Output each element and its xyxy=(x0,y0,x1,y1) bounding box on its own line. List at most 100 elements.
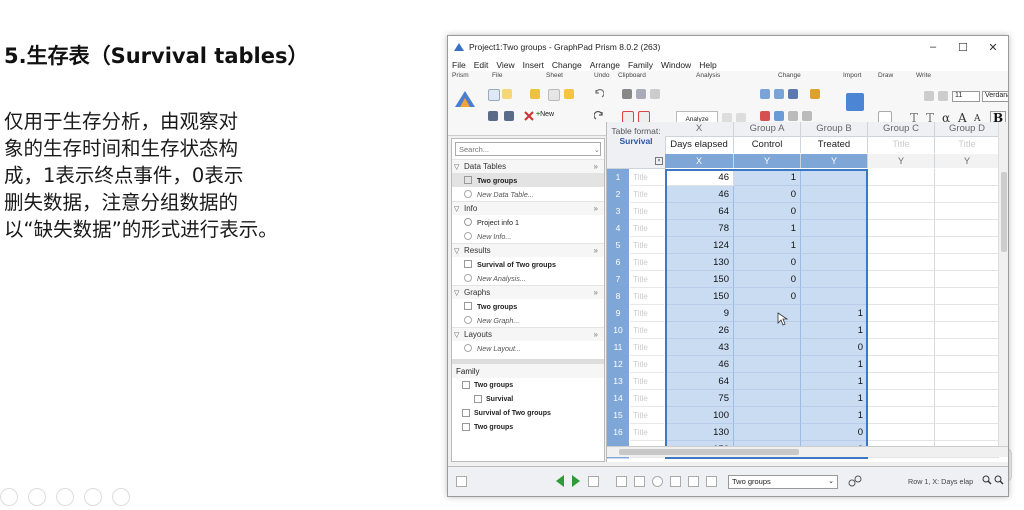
sheet-edit-icon[interactable] xyxy=(530,89,540,99)
table-cell[interactable] xyxy=(734,373,801,390)
table-cell[interactable] xyxy=(935,390,999,407)
change-table-icon[interactable] xyxy=(760,89,770,99)
group-name-d[interactable]: Title xyxy=(935,137,1000,153)
table-cell[interactable] xyxy=(801,288,868,305)
previous-sheet-icon[interactable] xyxy=(556,475,564,487)
menu-arrange[interactable]: Arrange xyxy=(590,60,620,70)
maximize-button[interactable]: ☐ xyxy=(948,41,978,54)
row-number[interactable]: 6 xyxy=(607,254,629,272)
row-title-cell[interactable]: Title xyxy=(630,169,664,186)
row-number[interactable]: 16 xyxy=(607,424,629,442)
nav-section-data-tables[interactable]: ▽ Data Tables» xyxy=(452,159,604,173)
menu-file[interactable]: File xyxy=(452,60,466,70)
table-cell[interactable] xyxy=(935,356,999,373)
fill-color-icon[interactable] xyxy=(810,89,820,99)
row-number[interactable]: 11 xyxy=(607,339,629,357)
nav-new-info[interactable]: New Info... xyxy=(452,229,604,243)
nav-new-graph[interactable]: New Graph... xyxy=(452,313,604,327)
table-cell[interactable]: 46 xyxy=(665,169,734,186)
table-cell[interactable] xyxy=(868,288,935,305)
row-title-cell[interactable]: Title xyxy=(630,424,664,441)
row-title-cell[interactable]: Title xyxy=(630,356,664,373)
row-number[interactable]: 10 xyxy=(607,322,629,340)
row-number[interactable]: 13 xyxy=(607,373,629,391)
nav-section-layouts[interactable]: ▽ Layouts» xyxy=(452,327,604,341)
nav-section-results[interactable]: ▽ Results» xyxy=(452,243,604,257)
table-cell[interactable]: 124 xyxy=(665,237,734,254)
results-icon[interactable] xyxy=(670,476,681,487)
nav-section-graphs[interactable]: ▽ Graphs» xyxy=(452,285,604,299)
redo-icon[interactable] xyxy=(594,111,604,121)
table-cell[interactable]: 1 xyxy=(801,322,868,339)
stop-icon[interactable] xyxy=(588,476,599,487)
menu-help[interactable]: Help xyxy=(699,60,716,70)
zoom-in-icon[interactable] xyxy=(982,475,992,485)
menu-insert[interactable]: Insert xyxy=(523,60,544,70)
table-cell[interactable] xyxy=(734,424,801,441)
row-number[interactable]: 9 xyxy=(607,305,629,323)
link-icon[interactable] xyxy=(848,475,862,487)
decimal-icon[interactable] xyxy=(802,111,812,121)
save-as-icon[interactable] xyxy=(504,111,514,121)
table-cell[interactable]: 0 xyxy=(734,203,801,220)
sheet-star-icon[interactable] xyxy=(564,89,574,99)
table-cell[interactable]: 100 xyxy=(665,407,734,424)
nav-item-project-info[interactable]: Project info 1 xyxy=(452,215,604,229)
vertical-scrollbar[interactable] xyxy=(998,122,1008,446)
nav-new-analysis[interactable]: New Analysis... xyxy=(452,271,604,285)
table-cell[interactable] xyxy=(868,254,935,271)
graph-icon[interactable] xyxy=(688,476,699,487)
nav-item-two-groups-table[interactable]: Two groups xyxy=(452,173,604,187)
format-icon[interactable] xyxy=(788,111,798,121)
nav-item-survival-results[interactable]: Survival of Two groups xyxy=(452,257,604,271)
close-button[interactable]: ✕ xyxy=(978,41,1008,54)
delete-icon[interactable] xyxy=(524,111,534,121)
table-cell[interactable] xyxy=(734,322,801,339)
column-header-x[interactable]: X xyxy=(665,122,734,137)
row-title-cell[interactable]: Title xyxy=(630,390,664,407)
column-header-group-b[interactable]: Group B xyxy=(801,122,868,137)
expand-icon[interactable]: » xyxy=(594,204,598,213)
table-cell[interactable]: 0 xyxy=(734,186,801,203)
table-cell[interactable] xyxy=(935,203,999,220)
table-cell[interactable] xyxy=(801,169,868,186)
paste-icon[interactable] xyxy=(650,89,660,99)
row-number[interactable]: 7 xyxy=(607,271,629,289)
nav-section-info[interactable]: ▽ Info» xyxy=(452,201,604,215)
expand-icon[interactable]: » xyxy=(594,162,598,171)
table-cell[interactable] xyxy=(734,407,801,424)
row-number[interactable]: 1 xyxy=(607,169,629,187)
nav-item-two-groups-graph[interactable]: Two groups xyxy=(452,299,604,313)
row-title-cell[interactable]: Title xyxy=(630,373,664,390)
change-col-icon[interactable] xyxy=(774,111,784,121)
table-cell[interactable]: 75 xyxy=(665,390,734,407)
column-header-group-d[interactable]: Group D xyxy=(935,122,1000,137)
table-cell[interactable] xyxy=(935,220,999,237)
table-cell[interactable] xyxy=(734,305,801,322)
group-name-c[interactable]: Title xyxy=(868,137,935,153)
table-cell[interactable] xyxy=(935,271,999,288)
table-cell[interactable]: 46 xyxy=(665,186,734,203)
table-cell[interactable] xyxy=(734,339,801,356)
table-cell[interactable] xyxy=(734,390,801,407)
table-cell[interactable] xyxy=(935,305,999,322)
layout-icon[interactable] xyxy=(706,476,717,487)
table-cell[interactable]: 78 xyxy=(665,220,734,237)
column-header-group-c[interactable]: Group C xyxy=(868,122,935,137)
new-file-icon[interactable] xyxy=(488,89,500,101)
table-cell[interactable]: 0 xyxy=(801,424,868,441)
next-sheet-icon[interactable] xyxy=(572,475,580,487)
table-cell[interactable]: 1 xyxy=(801,305,868,322)
group-name-x[interactable]: Days elapsed xyxy=(665,137,734,153)
menu-view[interactable]: View xyxy=(496,60,514,70)
table-cell[interactable]: 0 xyxy=(734,288,801,305)
sort-icon[interactable] xyxy=(788,89,798,99)
row-title-cell[interactable]: Title xyxy=(630,237,664,254)
table-cell[interactable]: 46 xyxy=(665,356,734,373)
expand-icon[interactable]: » xyxy=(594,330,598,339)
menu-edit[interactable]: Edit xyxy=(474,60,489,70)
row-number[interactable]: 4 xyxy=(607,220,629,238)
group-name-b[interactable]: Treated xyxy=(801,137,868,153)
table-cell[interactable]: 1 xyxy=(734,169,801,186)
table-cell[interactable] xyxy=(868,356,935,373)
